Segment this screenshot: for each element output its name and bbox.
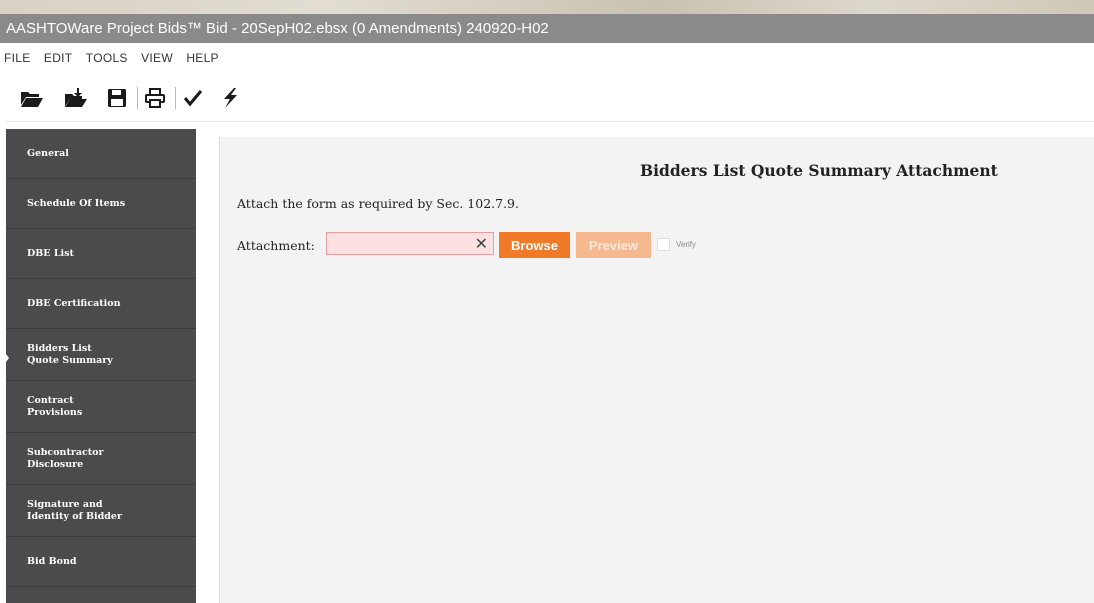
sidebar-item-general[interactable]: General xyxy=(6,129,196,179)
main-content-panel: Bidders List Quote Summary Attachment At… xyxy=(219,137,1094,603)
menu-bar: FILE EDIT TOOLS VIEW HELP xyxy=(0,43,1094,73)
import-icon[interactable] xyxy=(63,85,89,111)
window-title-bar: AASHTOWare Project Bids™ Bid - 20SepH02.… xyxy=(0,14,1094,43)
sidebar-item-subcontractor-disclosure[interactable]: Subcontractor Disclosure xyxy=(6,433,196,485)
toolbar xyxy=(0,73,1094,121)
sidebar-item-label: Subcontractor Disclosure xyxy=(27,446,104,470)
sidebar-item-label: General xyxy=(27,147,69,159)
toolbar-divider xyxy=(6,121,1094,122)
menu-view[interactable]: VIEW xyxy=(141,51,173,65)
sidebar-item-label: Bidders List Quote Summary xyxy=(27,342,113,366)
sidebar-item-bidders-list-quote-summary[interactable]: Bidders List Quote Summary xyxy=(6,329,196,381)
print-icon[interactable] xyxy=(142,85,168,111)
window-title: AASHTOWare Project Bids™ Bid - 20SepH02.… xyxy=(6,20,549,37)
toolbar-separator xyxy=(175,87,176,109)
menu-help[interactable]: HELP xyxy=(186,51,219,65)
clear-icon[interactable]: ✕ xyxy=(475,234,488,254)
browse-button[interactable]: Browse xyxy=(499,232,570,258)
preview-button[interactable]: Preview xyxy=(576,232,651,258)
page-title: Bidders List Quote Summary Attachment xyxy=(640,161,998,180)
sidebar-item-label: Bid Bond xyxy=(27,555,77,567)
sidebar-item-signature-and-identity[interactable]: Signature and Identity of Bidder xyxy=(6,485,196,537)
check-icon[interactable] xyxy=(180,85,206,111)
save-icon[interactable] xyxy=(104,85,130,111)
open-folder-icon[interactable] xyxy=(19,85,45,111)
sidebar-item-label: Signature and Identity of Bidder xyxy=(27,498,122,522)
sidebar-nav: General Schedule Of Items DBE List DBE C… xyxy=(6,129,196,603)
sidebar-item-bid-bond[interactable]: Bid Bond xyxy=(6,537,196,587)
menu-tools[interactable]: TOOLS xyxy=(86,51,128,65)
verify-checkbox[interactable] xyxy=(657,238,670,251)
attachment-field[interactable]: ✕ xyxy=(326,232,494,255)
sidebar-item-schedule-of-items[interactable]: Schedule Of Items xyxy=(6,179,196,229)
sidebar-item-label: DBE Certification xyxy=(27,297,121,309)
toolbar-separator xyxy=(137,87,138,109)
sidebar-item-label: Schedule Of Items xyxy=(27,197,126,209)
sidebar-item-dbe-list[interactable]: DBE List xyxy=(6,229,196,279)
desktop-background-strip xyxy=(0,0,1094,14)
menu-file[interactable]: FILE xyxy=(4,51,31,65)
menu-edit[interactable]: EDIT xyxy=(44,51,73,65)
verify-label: Verify xyxy=(676,240,697,249)
lightning-icon[interactable] xyxy=(217,85,243,111)
sidebar-item-contract-provisions[interactable]: Contract Provisions xyxy=(6,381,196,433)
sidebar-item-dbe-certification[interactable]: DBE Certification xyxy=(6,279,196,329)
instruction-text: Attach the form as required by Sec. 102.… xyxy=(237,196,519,211)
active-item-indicator xyxy=(0,346,9,370)
attachment-label: Attachment: xyxy=(237,238,315,253)
sidebar-item-label: Contract Provisions xyxy=(27,394,83,418)
sidebar-item-label: DBE List xyxy=(27,247,74,259)
